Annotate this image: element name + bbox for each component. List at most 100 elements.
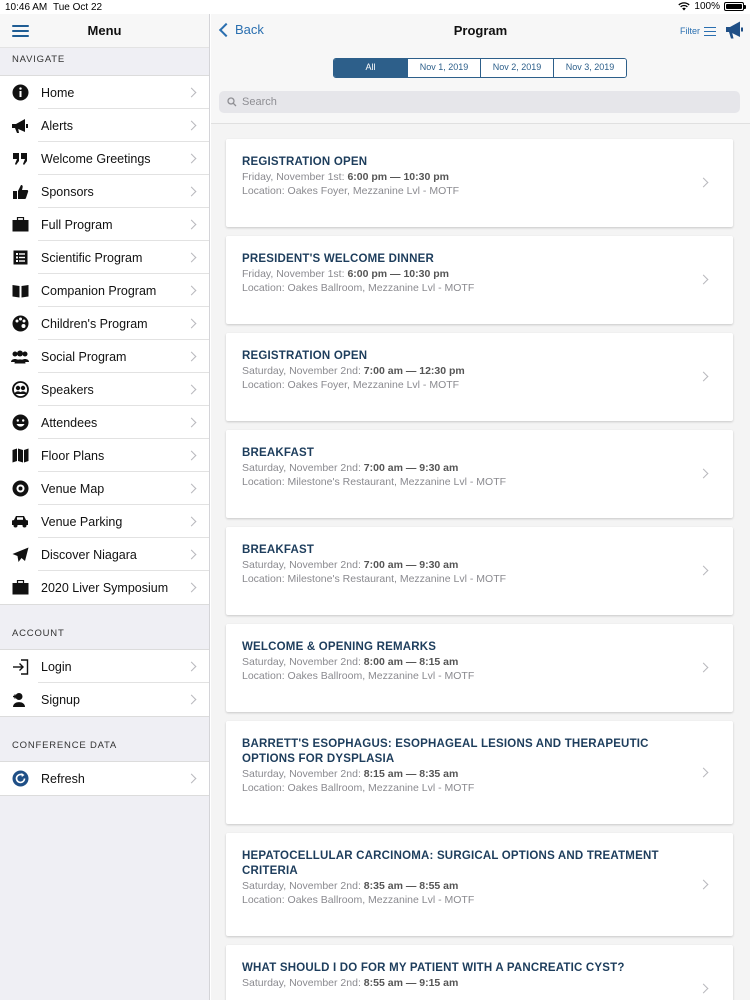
battery-icon: [724, 2, 746, 11]
sidebar-item-label: Sponsors: [41, 184, 94, 199]
event-hours: 6:00 pm — 10:30 pm: [347, 268, 449, 280]
sidebar-item-2020-liver-symposium[interactable]: 2020 Liver Symposium: [0, 571, 209, 604]
chevron-right-icon: [698, 274, 709, 285]
event-time: Saturday, November 2nd: 7:00 am — 12:30 …: [242, 364, 693, 378]
chevron-right-icon: [186, 87, 197, 98]
event-card[interactable]: BREAKFAST Saturday, November 2nd: 7:00 a…: [226, 430, 733, 518]
event-location: Location: Milestone's Restaurant, Mezzan…: [242, 573, 507, 585]
sidebar-item-welcome-greetings[interactable]: Welcome Greetings: [0, 142, 209, 175]
event-title: HEPATOCELLULAR CARCINOMA: SURGICAL OPTIO…: [242, 850, 659, 877]
sidebar-item-sponsors[interactable]: Sponsors: [0, 175, 209, 208]
sidebar-item-discover-niagara[interactable]: Discover Niagara: [0, 538, 209, 571]
date-segmented-control: All Nov 1, 2019 Nov 2, 2019 Nov 3, 2019: [333, 58, 627, 78]
filter-button[interactable]: Filter: [680, 26, 716, 36]
sidebar-item-floor-plans[interactable]: Floor Plans: [0, 439, 209, 472]
search-input[interactable]: [242, 96, 702, 108]
smiley-icon: [11, 414, 29, 432]
megaphone-icon[interactable]: [724, 20, 744, 40]
event-date: Saturday, November 2nd:: [242, 462, 361, 474]
car-icon: [11, 513, 29, 531]
tab-all[interactable]: All: [334, 59, 407, 77]
event-time: Saturday, November 2nd: 7:00 am — 9:30 a…: [242, 558, 693, 572]
briefcase-icon: [11, 216, 29, 234]
event-location: Location: Oakes Foyer, Mezzanine Lvl - M…: [242, 185, 460, 197]
group-icon: [11, 348, 29, 366]
event-title: REGISTRATION OPEN: [242, 350, 368, 362]
megaphone-icon: [11, 117, 29, 135]
filter-icon: [704, 26, 716, 36]
event-card[interactable]: WELCOME & OPENING REMARKS Saturday, Nove…: [226, 624, 733, 712]
sidebar-item-venue-parking[interactable]: Venue Parking: [0, 505, 209, 538]
event-hours: 8:00 am — 8:15 am: [363, 656, 459, 668]
event-location: Location: Milestone's Restaurant, Mezzan…: [242, 476, 507, 488]
event-date: Saturday, November 2nd:: [242, 365, 361, 377]
tab-nov-2[interactable]: Nov 2, 2019: [480, 59, 553, 77]
sidebar-item-companion-program[interactable]: Companion Program: [0, 274, 209, 307]
event-date: Saturday, November 2nd:: [242, 656, 361, 668]
chevron-right-icon: [698, 879, 709, 889]
sidebar-item-social-program[interactable]: Social Program: [0, 340, 209, 373]
chevron-right-icon: [186, 252, 197, 263]
event-hours: 8:35 am — 8:55 am: [363, 880, 459, 892]
sidebar-item-home[interactable]: Home: [0, 76, 209, 109]
event-card[interactable]: PRESIDENT'S WELCOME DINNER Friday, Novem…: [226, 236, 733, 324]
account-menu: Login Signup: [0, 649, 209, 717]
date-filter-bar: All Nov 1, 2019 Nov 2, 2019 Nov 3, 2019: [211, 48, 750, 88]
info-icon: [11, 84, 29, 102]
sidebar-item-refresh[interactable]: Refresh: [0, 762, 209, 795]
sidebar-item-label: Floor Plans: [41, 448, 105, 463]
chevron-right-icon: [186, 582, 197, 593]
event-hours: 7:00 am — 9:30 am: [363, 462, 459, 474]
sidebar-item-label: Welcome Greetings: [41, 151, 151, 166]
event-time: Friday, November 1st: 6:00 pm — 10:30 pm: [242, 267, 693, 281]
sidebar: Menu NAVIGATE Home Alerts Welcome Greeti…: [0, 14, 210, 1000]
search-bar: [211, 88, 750, 124]
status-bar: 10:46 AM Tue Oct 22 100%: [0, 0, 750, 14]
event-card[interactable]: WHAT SHOULD I DO FOR MY PATIENT WITH A P…: [226, 945, 733, 1000]
sidebar-item-attendees[interactable]: Attendees: [0, 406, 209, 439]
event-card[interactable]: REGISTRATION OPEN Friday, November 1st: …: [226, 139, 733, 227]
event-title: BARRETT'S ESOPHAGUS: ESOPHAGEAL LESIONS …: [242, 738, 649, 765]
sidebar-item-login[interactable]: Login: [0, 650, 209, 683]
event-location: Location: Oakes Foyer, Mezzanine Lvl - M…: [242, 379, 460, 391]
sidebar-item-label: Home: [41, 85, 75, 100]
event-card[interactable]: REGISTRATION OPEN Saturday, November 2nd…: [226, 333, 733, 421]
sidebar-item-label: Full Program: [41, 217, 113, 232]
event-title: BREAKFAST: [242, 544, 315, 556]
section-label-conference-data: CONFERENCE DATA: [12, 740, 118, 751]
user-plus-icon: [11, 691, 29, 709]
event-date: Friday, November 1st:: [242, 268, 345, 280]
sidebar-item-label: 2020 Liver Symposium: [41, 580, 169, 595]
tab-nov-1[interactable]: Nov 1, 2019: [407, 59, 480, 77]
sidebar-item-childrens-program[interactable]: Children's Program: [0, 307, 209, 340]
event-location: Location: Oakes Ballroom, Mezzanine Lvl …: [242, 782, 475, 794]
sidebar-item-label: Venue Map: [41, 481, 105, 496]
sidebar-title: Menu: [87, 23, 122, 38]
event-date: Saturday, November 2nd:: [242, 768, 361, 780]
sidebar-item-signup[interactable]: Signup: [0, 683, 209, 716]
sidebar-item-label: Login: [41, 659, 72, 674]
chevron-right-icon: [186, 219, 197, 230]
chevron-right-icon: [186, 120, 197, 131]
sidebar-item-venue-map[interactable]: Venue Map: [0, 472, 209, 505]
filter-label: Filter: [680, 26, 700, 36]
sidebar-item-alerts[interactable]: Alerts: [0, 109, 209, 142]
sidebar-item-full-program[interactable]: Full Program: [0, 208, 209, 241]
event-location: Location: Oakes Ballroom, Mezzanine Lvl …: [242, 282, 475, 294]
list-icon: [11, 249, 29, 267]
chevron-right-icon: [186, 186, 197, 197]
sidebar-item-label: Social Program: [41, 349, 127, 364]
chevron-right-icon: [698, 983, 709, 994]
sidebar-item-label: Companion Program: [41, 283, 157, 298]
chevron-right-icon: [186, 773, 197, 784]
tab-nov-3[interactable]: Nov 3, 2019: [553, 59, 626, 77]
event-card[interactable]: HEPATOCELLULAR CARCINOMA: SURGICAL OPTIO…: [226, 833, 733, 936]
event-card[interactable]: BREAKFAST Saturday, November 2nd: 7:00 a…: [226, 527, 733, 615]
paper-plane-icon: [11, 546, 29, 564]
status-time: 10:46 AM: [5, 2, 48, 13]
sidebar-item-label: Venue Parking: [41, 514, 123, 529]
event-card[interactable]: BARRETT'S ESOPHAGUS: ESOPHAGEAL LESIONS …: [226, 721, 733, 824]
sidebar-item-scientific-program[interactable]: Scientific Program: [0, 241, 209, 274]
sidebar-item-speakers[interactable]: Speakers: [0, 373, 209, 406]
event-hours: 8:55 am — 9:15 am: [363, 977, 459, 989]
